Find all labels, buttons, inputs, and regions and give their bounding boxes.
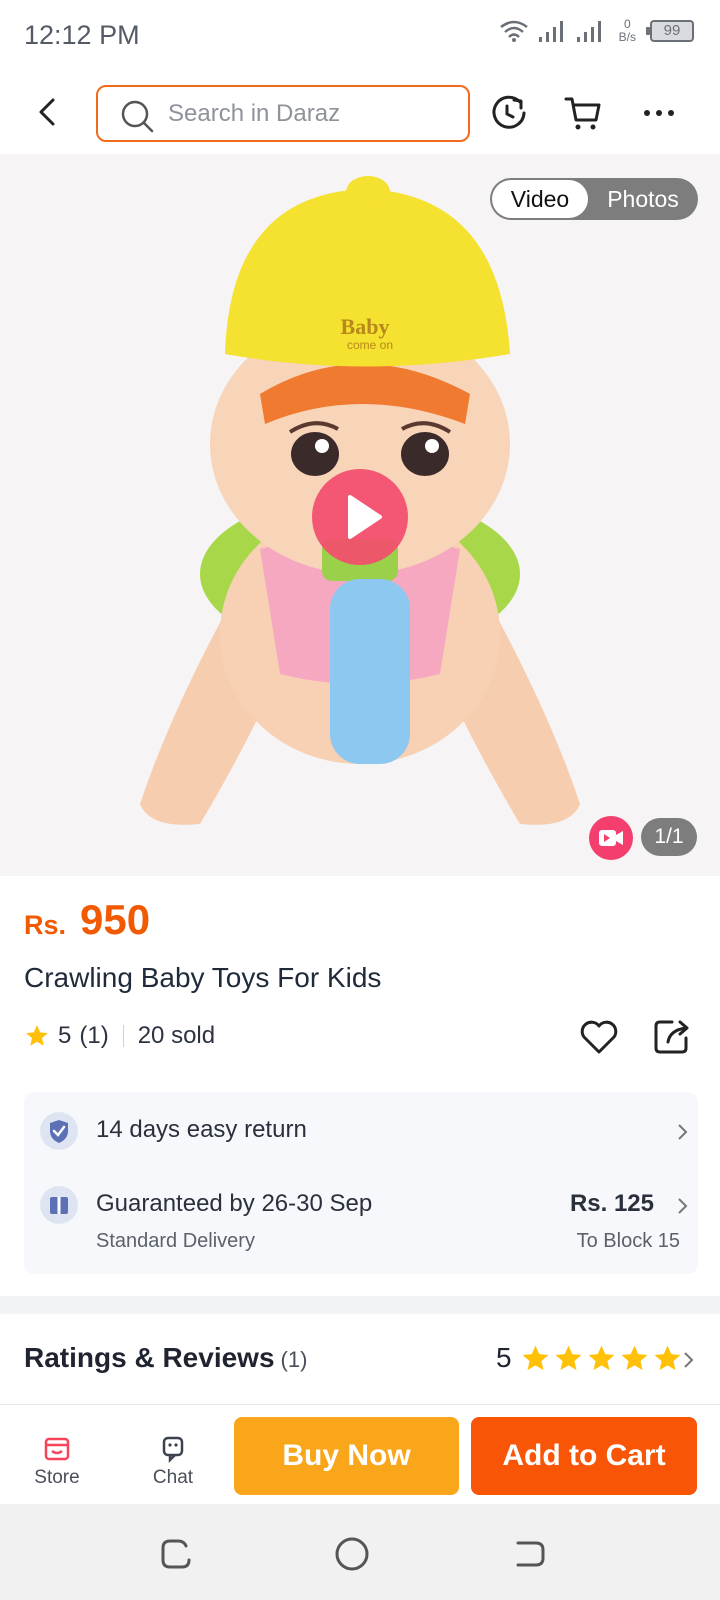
store-button[interactable]: Store xyxy=(12,1433,102,1489)
delivery-destination: To Block 15 xyxy=(576,1230,680,1252)
recent-apps-icon[interactable] xyxy=(156,1534,196,1574)
delivery-card: 14 days easy return Guaranteed by 26-30 … xyxy=(24,1092,698,1274)
reviews-count: (1) xyxy=(280,1347,308,1372)
video-camera-icon xyxy=(599,830,623,846)
delivery-guarantee[interactable]: Guaranteed by 26-30 Sep xyxy=(96,1190,372,1218)
net-speed-unit: B/s xyxy=(618,30,636,44)
net-speed: 0 B/s xyxy=(619,18,636,44)
rating-row[interactable]: 5 (1) 20 sold xyxy=(24,1022,215,1050)
product-price: Rs. 950 xyxy=(24,896,150,944)
more-icon[interactable] xyxy=(638,92,680,134)
add-to-cart-button[interactable]: Add to Cart xyxy=(471,1417,697,1495)
delivery-type: Standard Delivery xyxy=(96,1230,255,1252)
section-divider xyxy=(0,1296,720,1314)
status-bar: 12:12 PM 0 B/s 99 xyxy=(0,0,720,72)
back-icon[interactable] xyxy=(28,92,68,132)
tab-video[interactable]: Video xyxy=(492,180,588,218)
store-icon xyxy=(44,1437,70,1461)
search-placeholder: Search in Daraz xyxy=(168,100,341,127)
status-time: 12:12 PM xyxy=(24,20,140,50)
play-icon xyxy=(348,495,382,539)
store-label: Store xyxy=(34,1467,80,1488)
reviews-title: Ratings & Reviews xyxy=(24,1342,275,1373)
star-icon xyxy=(654,1345,681,1371)
chat-icon xyxy=(162,1436,184,1463)
top-header: Search in Daraz xyxy=(0,72,720,154)
buy-now-button[interactable]: Buy Now xyxy=(234,1417,459,1495)
home-icon[interactable] xyxy=(332,1534,372,1574)
video-badge[interactable] xyxy=(589,816,633,860)
media-toggle[interactable]: Video Photos xyxy=(490,178,698,220)
search-input[interactable]: Search in Daraz xyxy=(96,85,470,142)
rating-value: 5 xyxy=(58,1022,72,1049)
divider xyxy=(122,1025,124,1047)
price-value: 950 xyxy=(80,896,151,943)
share-icon[interactable] xyxy=(652,1016,692,1056)
chevron-right-icon[interactable] xyxy=(676,1196,690,1216)
cap-logo-subtext: come on xyxy=(347,338,393,352)
reviews-heading[interactable]: Ratings & Reviews (1) xyxy=(24,1342,307,1374)
battery-level: 99 xyxy=(663,22,681,39)
battery-icon: 99 xyxy=(646,20,694,42)
history-icon[interactable] xyxy=(488,92,530,134)
chat-label: Chat xyxy=(152,1467,194,1488)
signal-icon xyxy=(538,21,563,42)
star-icon xyxy=(588,1345,615,1371)
chevron-right-icon[interactable] xyxy=(676,1122,690,1142)
delivery-fee: Rs. 125 xyxy=(569,1190,654,1217)
star-icon xyxy=(26,1025,48,1046)
media-counter: 1/1 xyxy=(641,818,697,856)
delivery-box-icon xyxy=(40,1186,78,1224)
star-icon xyxy=(522,1345,549,1371)
product-title: Crawling Baby Toys For Kids xyxy=(24,962,382,993)
return-shield-icon xyxy=(40,1112,78,1150)
heart-icon[interactable] xyxy=(578,1016,620,1058)
rating-count: (1) xyxy=(79,1022,109,1049)
bottom-action-bar: Store Chat Buy Now Add to Cart xyxy=(0,1404,720,1504)
return-policy-text[interactable]: 14 days easy return xyxy=(96,1116,307,1144)
reviews-score: 5 xyxy=(496,1342,512,1373)
star-icon xyxy=(555,1345,582,1371)
star-icon xyxy=(621,1345,648,1371)
product-media[interactable]: Baby come on Video Photos 1/1 xyxy=(0,154,720,876)
tab-photos[interactable]: Photos xyxy=(588,186,698,213)
wifi-icon xyxy=(499,20,528,42)
system-navigation-bar xyxy=(0,1504,720,1600)
cart-icon[interactable] xyxy=(562,92,604,134)
sold-count: 20 sold xyxy=(137,1022,216,1049)
play-button[interactable] xyxy=(312,469,408,565)
reviews-stars xyxy=(520,1343,683,1374)
cap-logo-text: Baby xyxy=(341,314,390,339)
search-icon xyxy=(121,100,154,133)
chat-button[interactable]: Chat xyxy=(128,1433,218,1489)
price-currency: Rs. xyxy=(24,910,67,940)
chevron-right-icon[interactable] xyxy=(682,1350,696,1370)
signal-icon-2 xyxy=(576,21,601,42)
status-icons: 0 B/s 99 xyxy=(499,18,694,44)
back-nav-icon[interactable] xyxy=(510,1534,550,1574)
